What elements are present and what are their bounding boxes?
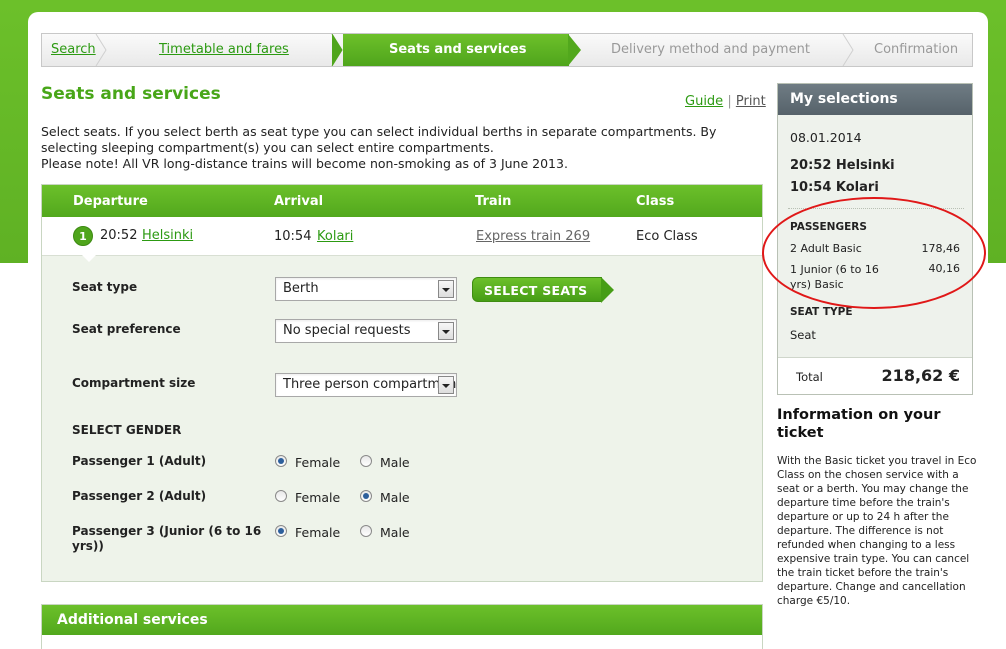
female-label: Female (295, 490, 341, 505)
passenger-1-female-radio[interactable] (275, 455, 287, 467)
step-confirmation-label: Confirmation (874, 42, 959, 57)
intro-text: Select seats. If you select berth as sea… (41, 124, 761, 172)
selection-departure: 20:52 Helsinki (790, 158, 895, 173)
seat-type-select[interactable]: Berth (275, 277, 457, 301)
page-title: Seats and services (41, 84, 221, 104)
select-gender-heading: SELECT GENDER (72, 423, 182, 437)
departure-station-link[interactable]: Helsinki (142, 228, 193, 243)
dropdown-arrow-icon (438, 322, 454, 340)
passenger-2-male-radio[interactable] (360, 490, 372, 502)
compartment-size-value: Three person compartment (283, 377, 457, 392)
header-class: Class (636, 194, 675, 209)
my-selections-title: My selections (778, 84, 972, 115)
step-delivery-payment: Delivery method and payment (569, 34, 854, 66)
chevron-separator-icon (95, 34, 107, 66)
progress-steps: Search Timetable and fares Seats and ser… (41, 33, 973, 67)
passenger-2-female-radio[interactable] (275, 490, 287, 502)
dropdown-arrow-icon (438, 376, 454, 394)
journey-panel: Departure Arrival Train Class 1 20:52 He… (41, 184, 763, 582)
step-delivery-label: Delivery method and payment (611, 42, 810, 57)
header-train: Train (475, 194, 512, 209)
chevron-separator-icon (842, 34, 854, 66)
select-seats-button[interactable]: SELECT SEATS (472, 277, 614, 303)
selection-date: 08.01.2014 (790, 130, 862, 145)
header-arrival: Arrival (274, 194, 324, 209)
passenger-3-male-radio[interactable] (360, 525, 372, 537)
seat-type-summary: Seat (790, 328, 816, 342)
journey-table-header: Departure Arrival Train Class (42, 185, 762, 217)
passenger-2-label: Passenger 2 (Adult) (72, 489, 207, 503)
step-confirmation: Confirmation (854, 34, 972, 66)
female-label: Female (295, 525, 341, 540)
travel-class: Eco Class (636, 229, 698, 244)
ticket-info-text: With the Basic ticket you travel in Eco … (777, 455, 977, 607)
step-seats-services-label: Seats and services (389, 42, 527, 57)
selection-arrival: 10:54 Kolari (790, 180, 879, 195)
intro-line-1: Select seats. If you select berth as sea… (41, 124, 717, 155)
step-timetable-link[interactable]: Timetable and fares (159, 42, 289, 57)
step-search[interactable]: Search (42, 34, 107, 66)
step-seats-services: Seats and services (343, 34, 581, 66)
seat-type-label: Seat type (72, 280, 138, 294)
header-departure: Departure (73, 194, 148, 209)
ticket-info-title: Information on your ticket (777, 407, 941, 441)
journey-row: 1 20:52 Helsinki 10:54 Kolari Express tr… (42, 217, 762, 256)
total-label: Total (796, 370, 823, 384)
seat-type-heading: SEAT TYPE (790, 306, 853, 318)
seat-preference-value: No special requests (283, 323, 411, 338)
arrival-time: 10:54 (274, 229, 312, 244)
seat-preference-select[interactable]: No special requests (275, 319, 457, 343)
intro-line-2: Please note! All VR long-distance trains… (41, 156, 568, 171)
passenger-1-label: Passenger 1 (Adult) (72, 454, 207, 468)
additional-services-header[interactable]: Additional services (42, 605, 762, 635)
passenger-3-label: Passenger 3 (Junior (6 to 16 yrs)) (72, 524, 262, 553)
dropdown-arrow-icon (438, 280, 454, 298)
male-label: Male (380, 455, 410, 470)
total-amount: 218,62 € (881, 366, 960, 385)
leg-number-badge: 1 (73, 226, 93, 246)
chevron-separator-icon (331, 34, 343, 66)
male-label: Male (380, 490, 410, 505)
step-timetable[interactable]: Timetable and fares (107, 34, 343, 66)
print-link[interactable]: Print (736, 94, 766, 109)
compartment-size-select[interactable]: Three person compartment (275, 373, 457, 397)
seat-type-value: Berth (283, 281, 319, 296)
passenger-3-female-radio[interactable] (275, 525, 287, 537)
seat-preference-label: Seat preference (72, 322, 181, 336)
step-search-link[interactable]: Search (51, 42, 96, 57)
departure-time: 20:52 (100, 228, 138, 243)
arrival-station-link[interactable]: Kolari (317, 229, 353, 244)
total-row: Total 218,62 € (778, 357, 972, 394)
male-label: Male (380, 525, 410, 540)
guide-link[interactable]: Guide (685, 94, 723, 109)
annotation-circle (762, 197, 986, 309)
row-pointer-icon (82, 255, 96, 262)
compartment-size-label: Compartment size (72, 376, 196, 390)
additional-services-panel[interactable]: Additional services (41, 604, 763, 649)
female-label: Female (295, 455, 341, 470)
passenger-1-male-radio[interactable] (360, 455, 372, 467)
link-separator: | (727, 94, 732, 109)
page-links: Guide | Print (685, 94, 766, 109)
train-link[interactable]: Express train 269 (476, 229, 590, 244)
